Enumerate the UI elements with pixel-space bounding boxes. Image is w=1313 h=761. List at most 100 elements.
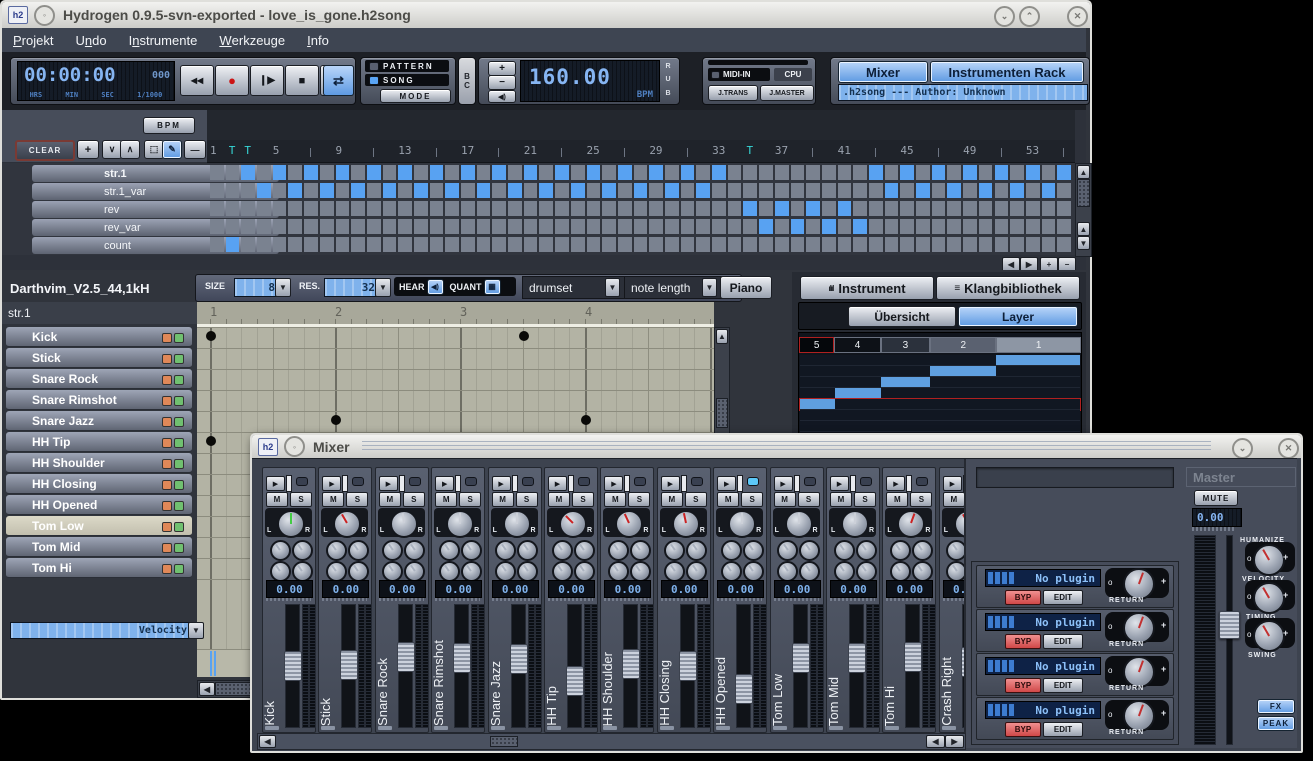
fx-edit-button[interactable]: EDIT [1043,678,1083,693]
song-cell[interactable] [320,219,334,234]
draw-mode-button[interactable]: ✎ [162,140,182,159]
song-cell[interactable] [273,237,287,252]
rewind-button[interactable]: ◀◀ [180,65,214,96]
song-cell-active[interactable] [539,183,553,198]
instrument-mute-button[interactable] [162,354,172,364]
song-cell-active[interactable] [336,165,350,180]
menu-item-instrumente[interactable]: Instrumente [118,28,209,52]
song-cell[interactable] [524,219,538,234]
strip-fx-send-knob[interactable] [517,561,538,582]
mixer-toggle-button[interactable]: Mixer [838,61,928,83]
song-cell[interactable] [257,165,271,180]
song-cell-active[interactable] [806,201,820,216]
strip-fx-send-knob[interactable] [348,561,369,582]
strip-play-icon[interactable]: ▶ [379,476,398,491]
song-cell[interactable] [383,219,397,234]
note-dot[interactable] [519,331,529,341]
instrument-row[interactable]: HH Opened [6,495,192,515]
song-cell[interactable] [1026,183,1040,198]
layer-segment[interactable] [930,366,996,376]
scroll-up2-icon[interactable]: ▲ [1077,222,1090,236]
song-cell[interactable] [1057,219,1071,234]
instrument-solo-button[interactable] [174,522,184,532]
song-cell[interactable] [869,183,883,198]
song-cell-active[interactable] [712,165,726,180]
song-cell-active[interactable] [257,183,271,198]
song-cell-active[interactable] [743,201,757,216]
velocity-bar[interactable] [210,651,212,676]
song-cell[interactable] [759,237,773,252]
strip-trigger-slider[interactable] [681,475,687,492]
strip-solo-button[interactable]: S [741,492,763,507]
song-cell[interactable] [963,219,977,234]
fx-return-knob[interactable] [1123,700,1155,732]
song-cell[interactable] [963,237,977,252]
instrument-row[interactable]: Snare Rimshot [6,390,192,410]
mixer-titlebar[interactable]: h2 ◦ Mixer ⌄ ✕ [252,435,1301,458]
instrument-mute-button[interactable] [162,333,172,343]
song-cell[interactable] [649,237,663,252]
song-cell-active[interactable] [791,219,805,234]
instrument-row[interactable]: Tom Low [6,516,192,536]
song-cell[interactable] [947,237,961,252]
song-cell-active[interactable] [273,165,287,180]
song-cell[interactable] [979,201,993,216]
strip-trigger-slider[interactable] [512,475,518,492]
song-cell[interactable] [885,165,899,180]
strip-fx-send-knob[interactable] [404,561,425,582]
strip-mute-button[interactable]: M [379,492,401,507]
note-dot[interactable] [581,415,591,425]
song-cell[interactable] [383,165,397,180]
pattern-scroll-up-icon[interactable]: ▲ [716,329,728,344]
song-cell[interactable] [916,201,930,216]
song-cell[interactable] [869,219,883,234]
song-cell[interactable] [351,237,365,252]
song-cell[interactable] [273,219,287,234]
strip-fx-send-knob[interactable] [574,540,595,561]
song-cell-active[interactable] [995,165,1009,180]
strip-solo-button[interactable]: S [572,492,594,507]
song-cell[interactable] [492,183,506,198]
song-cell[interactable] [712,219,726,234]
fx-return-knob[interactable] [1123,612,1155,644]
song-cell[interactable] [524,201,538,216]
strip-trigger-slider[interactable] [342,475,348,492]
song-cell[interactable] [838,183,852,198]
close-icon[interactable]: ✕ [1067,6,1088,27]
song-cell-active[interactable] [869,165,883,180]
instrument-solo-button[interactable] [174,501,184,511]
clear-pattern-sequence-button[interactable]: CLEAR [15,140,75,161]
strip-fx-send-knob[interactable] [439,540,460,561]
song-cell[interactable] [477,165,491,180]
strip-mute-button[interactable]: M [774,492,796,507]
song-cell[interactable] [649,201,663,216]
song-cell[interactable] [649,183,663,198]
song-cell[interactable] [492,237,506,252]
size-dropdown-icon[interactable]: ▼ [275,278,291,297]
instrument-mute-button[interactable] [162,417,172,427]
song-cell[interactable] [587,183,601,198]
song-cell-active[interactable] [759,219,773,234]
song-cell[interactable] [634,165,648,180]
song-cell[interactable] [461,237,475,252]
layer-button[interactable]: Layer [958,306,1078,327]
song-cell[interactable] [932,183,946,198]
instrument-rack-toggle-button[interactable]: Instrumenten Rack [930,61,1084,83]
song-cell[interactable] [775,219,789,234]
song-cell-active[interactable] [1026,165,1040,180]
song-mode-row[interactable]: SONG [365,74,449,86]
instrument-solo-button[interactable] [174,480,184,490]
song-cell[interactable] [336,219,350,234]
song-cell[interactable] [618,183,632,198]
song-cell[interactable] [743,219,757,234]
song-cell[interactable] [210,165,224,180]
song-cell[interactable] [759,165,773,180]
song-cell[interactable] [947,201,961,216]
instrument-mute-button[interactable] [162,543,172,553]
song-cell[interactable] [791,237,805,252]
song-cell[interactable] [336,183,350,198]
song-cell[interactable] [383,201,397,216]
song-cell[interactable] [728,183,742,198]
strip-fx-send-knob[interactable] [686,561,707,582]
strip-fader-handle[interactable] [510,644,528,674]
